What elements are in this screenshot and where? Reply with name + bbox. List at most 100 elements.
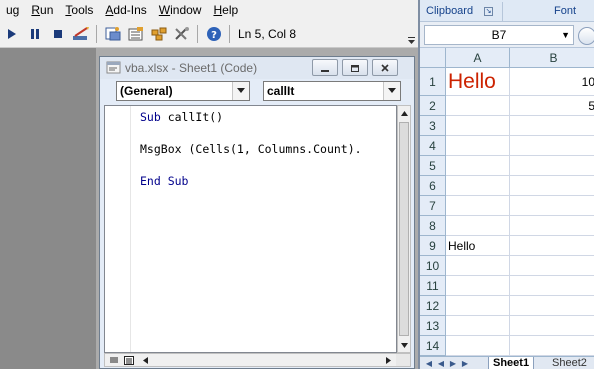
code-line[interactable]: End Sub: [140, 174, 188, 188]
row-header-13[interactable]: 13: [420, 316, 446, 336]
cell-a1[interactable]: Hello: [446, 68, 510, 96]
row-header-7[interactable]: 7: [420, 196, 446, 216]
cell-b13[interactable]: [510, 316, 594, 336]
row-header-14[interactable]: 14: [420, 336, 446, 356]
cell-b12[interactable]: [510, 296, 594, 316]
cell-a14[interactable]: [446, 336, 510, 356]
cell-b7[interactable]: [510, 196, 594, 216]
cell-b3[interactable]: [510, 116, 594, 136]
toolbar-separator: [229, 25, 230, 43]
row-header-10[interactable]: 10: [420, 256, 446, 276]
cell-b6[interactable]: [510, 176, 594, 196]
close-button[interactable]: [372, 59, 398, 76]
project-explorer-icon[interactable]: [101, 23, 124, 45]
column-header-b[interactable]: B: [510, 48, 594, 68]
font-group-label: Font: [554, 5, 577, 17]
scroll-down-arrow-icon[interactable]: [398, 338, 410, 352]
restore-button[interactable]: [342, 59, 368, 76]
column-header-a[interactable]: A: [446, 48, 510, 68]
procedure-view-icon[interactable]: [107, 354, 121, 366]
cell-b10[interactable]: [510, 256, 594, 276]
toolbox-icon[interactable]: [170, 23, 193, 45]
menu-window[interactable]: Window: [153, 0, 208, 21]
row-header-2[interactable]: 2: [420, 96, 446, 116]
row-header-8[interactable]: 8: [420, 216, 446, 236]
cell-a10[interactable]: [446, 256, 510, 276]
cell-b14[interactable]: [510, 336, 594, 356]
clipboard-group-label: Clipboard: [426, 5, 474, 17]
cell-a6[interactable]: [446, 176, 510, 196]
object-dropdown[interactable]: (General): [116, 81, 250, 101]
menu-help[interactable]: Help: [207, 0, 244, 21]
next-sheet-icon[interactable]: ▶: [448, 358, 458, 369]
toolbar-overflow-chevron-icon[interactable]: [406, 34, 416, 46]
chevron-down-icon[interactable]: [232, 82, 249, 100]
cell-b5[interactable]: [510, 156, 594, 176]
run-icon[interactable]: [0, 23, 23, 45]
scroll-left-arrow-icon[interactable]: [139, 354, 151, 366]
cell-b11[interactable]: [510, 276, 594, 296]
object-browser-icon[interactable]: [147, 23, 170, 45]
scroll-up-arrow-icon[interactable]: [398, 106, 410, 120]
chevron-down-icon[interactable]: [383, 82, 400, 100]
cell-a11[interactable]: [446, 276, 510, 296]
name-box[interactable]: B7 ▼: [424, 25, 574, 45]
cell-a13[interactable]: [446, 316, 510, 336]
break-icon[interactable]: [23, 23, 46, 45]
menu-tools[interactable]: Tools: [59, 0, 99, 21]
cell-b4[interactable]: [510, 136, 594, 156]
row-header-4[interactable]: 4: [420, 136, 446, 156]
cell-a9[interactable]: Hello: [446, 236, 510, 256]
select-all-corner[interactable]: [420, 48, 446, 68]
cell-b9[interactable]: [510, 236, 594, 256]
cell-b2[interactable]: 5: [510, 96, 594, 116]
first-sheet-icon[interactable]: ◀: [424, 358, 434, 369]
code-editor[interactable]: Sub callIt() MsgBox (Cells(1, Columns.Co…: [104, 105, 397, 353]
menu-debug[interactable]: ug: [0, 0, 25, 21]
help-icon[interactable]: ?: [202, 23, 225, 45]
row-header-12[interactable]: 12: [420, 296, 446, 316]
procedure-dropdown[interactable]: callIt: [263, 81, 401, 101]
cell-a3[interactable]: [446, 116, 510, 136]
scroll-right-arrow-icon[interactable]: [382, 354, 394, 366]
code-window-title-bar[interactable]: vba.xlsx - Sheet1 (Code): [100, 57, 414, 79]
dialog-launcher-icon[interactable]: ↘: [484, 7, 493, 16]
full-module-view-icon[interactable]: [122, 354, 136, 366]
worksheet-grid[interactable]: A B 1 Hello 10 2 5 3 4 5 6 7 8 9 Hello 10 11 12 13 14: [420, 48, 594, 356]
scrollbar-thumb[interactable]: [399, 122, 409, 336]
row-header-6[interactable]: 6: [420, 176, 446, 196]
vbe-project-pane-edge: [0, 48, 96, 369]
cell-a5[interactable]: [446, 156, 510, 176]
cell-a2[interactable]: [446, 96, 510, 116]
sheet-tab-sheet1[interactable]: Sheet1: [488, 357, 535, 369]
formula-bar-expand-icon[interactable]: [578, 27, 594, 45]
row-header-9[interactable]: 9: [420, 236, 446, 256]
horizontal-scrollbar[interactable]: [104, 353, 411, 367]
row-header-11[interactable]: 11: [420, 276, 446, 296]
chevron-down-icon[interactable]: ▼: [561, 26, 570, 44]
object-dropdown-value: (General): [120, 84, 173, 98]
prev-sheet-icon[interactable]: ◀: [436, 358, 446, 369]
cell-a7[interactable]: [446, 196, 510, 216]
sheet-tab-sheet2[interactable]: Sheet2: [548, 357, 591, 369]
row-header-1[interactable]: 1: [420, 68, 446, 96]
code-line[interactable]: MsgBox (Cells(1, Columns.Count).: [140, 142, 362, 156]
cell-b8[interactable]: [510, 216, 594, 236]
vertical-scrollbar[interactable]: [397, 105, 411, 353]
cell-a4[interactable]: [446, 136, 510, 156]
code-margin-indicator-bar[interactable]: [105, 106, 131, 352]
last-sheet-icon[interactable]: ▶: [460, 358, 470, 369]
menu-run[interactable]: Run: [25, 0, 59, 21]
cell-a8[interactable]: [446, 216, 510, 236]
reset-icon[interactable]: [46, 23, 69, 45]
cell-a12[interactable]: [446, 296, 510, 316]
properties-icon[interactable]: [124, 23, 147, 45]
menu-add-ins[interactable]: Add-Ins: [99, 0, 152, 21]
row-header-5[interactable]: 5: [420, 156, 446, 176]
minimize-button[interactable]: [312, 59, 338, 76]
code-line[interactable]: Sub callIt(): [140, 110, 223, 124]
cell-b1[interactable]: 10: [510, 68, 594, 96]
design-mode-icon[interactable]: [69, 23, 92, 45]
close-icon: [381, 63, 389, 72]
row-header-3[interactable]: 3: [420, 116, 446, 136]
